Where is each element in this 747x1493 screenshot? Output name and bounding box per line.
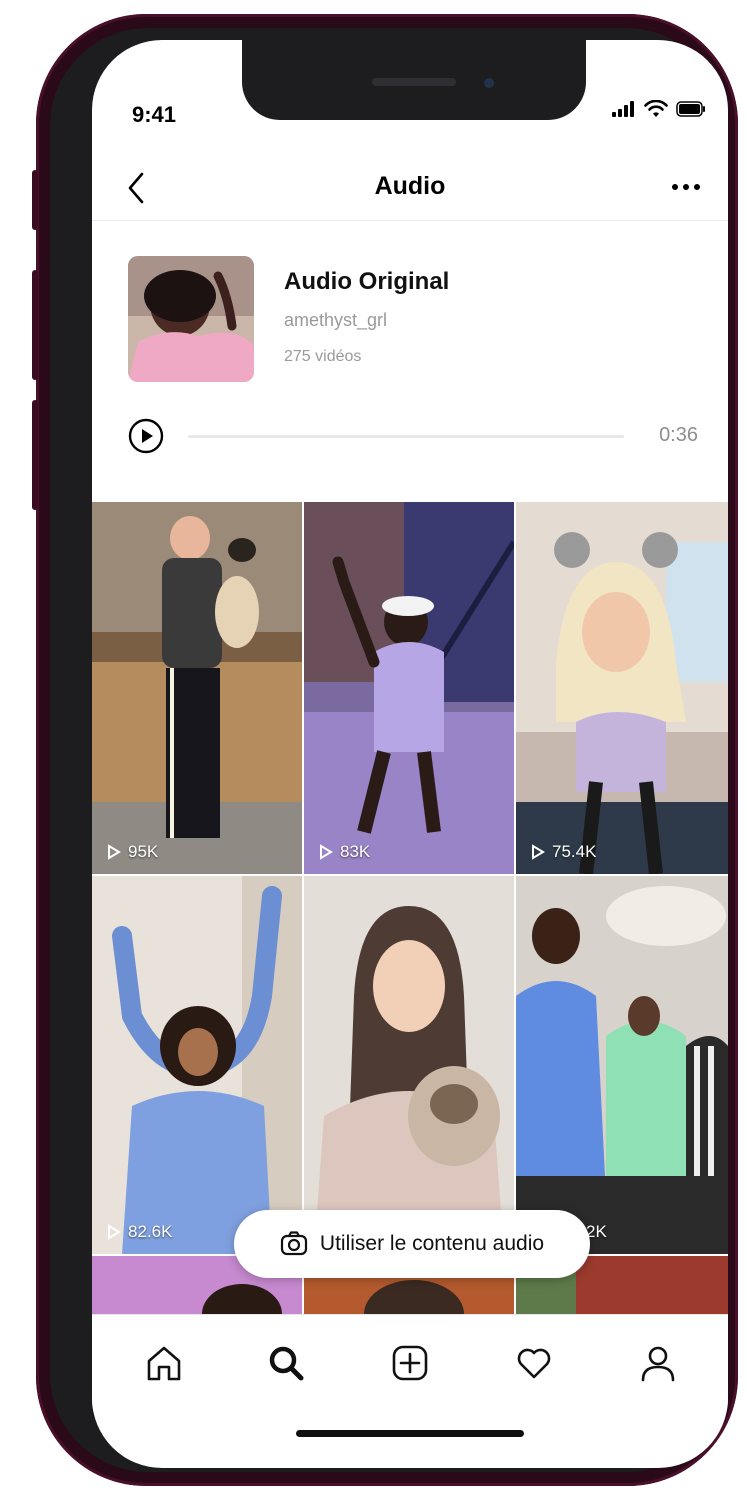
search-icon	[269, 1346, 304, 1381]
profile-icon	[641, 1346, 675, 1382]
home-indicator	[296, 1430, 524, 1437]
play-outline-icon	[108, 1224, 121, 1240]
use-audio-button[interactable]: Utiliser le contenu audio	[234, 1210, 590, 1278]
video-count: 275 vidéos	[284, 348, 362, 365]
front-camera	[484, 78, 494, 88]
view-count-label: 75.4K	[552, 842, 597, 861]
side-button	[32, 270, 38, 380]
side-button	[32, 400, 38, 510]
more-options-icon[interactable]	[670, 182, 702, 192]
home-icon	[147, 1346, 181, 1381]
view-count: 75.4K	[530, 842, 596, 862]
create-icon	[392, 1345, 428, 1381]
play-icon[interactable]	[128, 418, 164, 454]
view-count: 82.6K	[106, 1222, 172, 1242]
view-count-label: 83K	[340, 842, 371, 861]
tab-create[interactable]	[388, 1341, 432, 1385]
wifi-icon	[644, 100, 668, 117]
battery-icon	[676, 101, 705, 117]
video-tile[interactable]: 2K	[516, 876, 728, 1254]
nav-bar: Audio	[92, 160, 728, 221]
view-count: 83K	[318, 842, 370, 862]
side-button	[32, 170, 38, 230]
video-grid: 95K 83K 75.4K 82.6K 2K	[92, 502, 728, 1314]
video-tile[interactable]: 83K	[304, 502, 514, 874]
view-count-label: 82.6K	[128, 1222, 173, 1241]
audio-progress-bar[interactable]	[188, 435, 624, 438]
tab-profile[interactable]	[636, 1341, 680, 1385]
view-count: 95K	[106, 842, 158, 862]
tab-activity[interactable]	[512, 1341, 556, 1385]
audio-cover-thumbnail[interactable]	[128, 256, 254, 382]
tab-search[interactable]	[264, 1341, 308, 1385]
speaker	[372, 78, 456, 86]
use-audio-label: Utiliser le contenu audio	[319, 1232, 545, 1255]
camera-icon	[280, 1231, 308, 1256]
video-tile[interactable]	[304, 876, 514, 1254]
play-outline-icon	[532, 844, 545, 860]
audio-title: Audio Original	[284, 268, 450, 295]
tab-bar	[92, 1314, 728, 1411]
screen: 9:41 Audio Audio Original amethyst_grl 2…	[92, 40, 728, 1468]
video-tile[interactable]: 82.6K	[92, 876, 302, 1254]
audio-author-link[interactable]: amethyst_grl	[284, 310, 387, 331]
activity-heart-icon	[517, 1348, 551, 1379]
tab-home[interactable]	[142, 1341, 186, 1385]
video-tile[interactable]: 75.4K	[516, 502, 728, 874]
page-title: Audio	[374, 172, 446, 200]
status-time: 9:41	[132, 102, 177, 127]
play-outline-icon	[108, 844, 121, 860]
view-count-label: 95K	[128, 842, 159, 861]
audio-duration: 0:36	[659, 424, 698, 446]
status-icons	[612, 100, 706, 118]
play-outline-icon	[320, 844, 333, 860]
cellular-signal-icon	[612, 101, 634, 117]
video-tile[interactable]: 95K	[92, 502, 302, 874]
